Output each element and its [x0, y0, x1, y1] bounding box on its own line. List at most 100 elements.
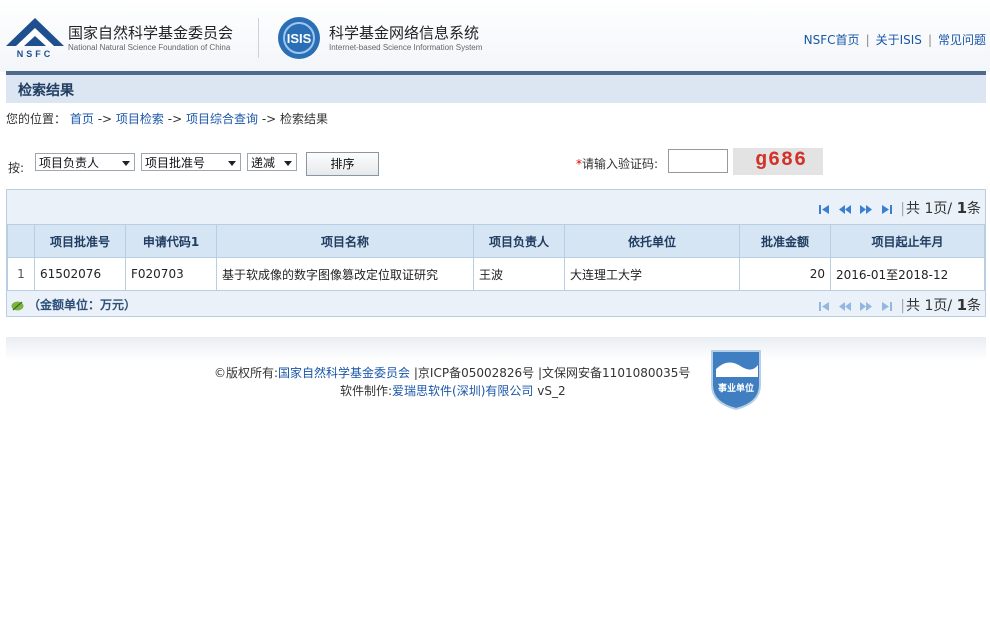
isis-logo-text: ISIS	[287, 31, 312, 46]
row-index: 1	[7, 257, 35, 291]
nsfc-logo-text: NSFC	[17, 49, 54, 58]
copyright-org-link[interactable]: 国家自然科学基金委员会	[278, 366, 410, 380]
pager-total-label: 共	[906, 298, 921, 314]
table-header-row: 项目批准号 申请代码1 项目名称 项目负责人 依托单位 批准金额 项目起止年月	[7, 224, 985, 258]
cell-project-name[interactable]: 基于软成像的数字图像篡改定位取证研究	[216, 257, 474, 291]
chevron-down-icon	[122, 161, 130, 166]
next-page-icon[interactable]	[860, 204, 873, 215]
pager-separator: |	[900, 298, 906, 314]
cell-period: 2016-01至2018-12	[830, 257, 985, 291]
results-panel: |共 1页/ 1条 项目批准号 申请代码1 项目名称 项目负责人 依托单位 批准…	[6, 189, 986, 317]
prev-page-icon[interactable]	[838, 301, 852, 312]
org-name-en: National Natural Science Foundation of C…	[68, 43, 231, 52]
pager-top: |共 1页/ 1条	[817, 198, 981, 218]
column-header-index	[7, 224, 35, 258]
breadcrumb-project-query[interactable]: 项目综合查询	[186, 112, 258, 126]
column-header-amount[interactable]: 批准金额	[739, 224, 831, 258]
unit-note-text: （金额单位：万元）	[28, 298, 137, 312]
results-footer: （金额单位：万元） |共 1页/ 1条	[7, 289, 985, 316]
institution-badge-icon[interactable]: 事业单位	[708, 347, 764, 411]
breadcrumb-arrow: ->	[97, 112, 113, 126]
first-page-icon[interactable]	[819, 204, 830, 215]
captcha-input[interactable]	[668, 149, 728, 173]
sort-field-value: 项目负责人	[39, 156, 100, 170]
pager-records: 1	[956, 199, 967, 217]
link-separator: |	[927, 33, 932, 47]
pager-separator: |	[900, 201, 906, 217]
results-table: 项目批准号 申请代码1 项目名称 项目负责人 依托单位 批准金额 项目起止年月 …	[7, 224, 985, 291]
cell-code: F020703	[125, 257, 217, 291]
breadcrumb-current: 检索结果	[280, 112, 329, 126]
sort-field2-value: 项目批准号	[145, 156, 206, 170]
copyright-line: ©版权所有:国家自然科学基金委员会 |京ICP备05002826号 |文保网安备…	[214, 364, 690, 381]
police-text: |文保网安备1101080035号	[538, 366, 691, 380]
captcha-text: g686	[755, 149, 808, 172]
about-isis-link[interactable]: 关于ISIS	[876, 33, 922, 47]
footer-bar	[6, 337, 986, 361]
software-prefix: 软件制作:	[340, 384, 393, 398]
cell-amount: 20	[739, 257, 831, 291]
captcha-label-text: 请输入验证码:	[582, 157, 659, 171]
title-bar: 检索结果	[6, 75, 986, 103]
first-page-icon[interactable]	[819, 301, 830, 312]
column-header-institution[interactable]: 依托单位	[564, 224, 740, 258]
chevron-down-icon	[284, 161, 292, 166]
table-row[interactable]: 1 61502076 F020703 基于软成像的数字图像篡改定位取证研究 王波…	[7, 257, 985, 291]
pager-pages-unit: 页/	[933, 298, 953, 314]
sort-form: 按: 项目负责人 项目批准号 递减 排序 *请输入验证码: g686	[6, 148, 986, 177]
column-header-code[interactable]: 申请代码1	[125, 224, 217, 258]
breadcrumb-arrow: ->	[261, 112, 277, 126]
pager-bottom: |共 1页/ 1条	[817, 295, 981, 315]
sort-order-value: 递减	[251, 156, 276, 170]
header-divider	[258, 18, 259, 58]
org-name-cn: 国家自然科学基金委员会	[68, 24, 234, 42]
breadcrumb-arrow: ->	[167, 112, 183, 126]
breadcrumb-prefix: 您的位置：	[6, 112, 67, 126]
pager-total-label: 共	[906, 201, 921, 217]
system-name-cn: 科学基金网络信息系统	[329, 24, 480, 42]
pager-records-unit: 条	[967, 298, 981, 314]
breadcrumb: 您的位置： 首页 -> 项目检索 -> 项目综合查询 -> 检索结果	[6, 110, 328, 127]
badge-text: 事业单位	[718, 382, 754, 394]
copyright-prefix: ©版权所有:	[214, 366, 279, 380]
leaf-icon	[11, 301, 24, 310]
breadcrumb-project-search[interactable]: 项目检索	[116, 112, 164, 126]
column-header-project-name[interactable]: 项目名称	[216, 224, 474, 258]
sort-field2-select[interactable]: 项目批准号	[141, 153, 241, 171]
unit-note: （金额单位：万元）	[11, 296, 136, 313]
software-line: 软件制作:爱瑞思软件(深圳)有限公司 vS_2	[340, 382, 566, 399]
next-page-icon[interactable]	[860, 301, 873, 312]
column-header-leader[interactable]: 项目负责人	[473, 224, 565, 258]
last-page-icon[interactable]	[881, 204, 893, 215]
cell-institution: 大连理工大学	[564, 257, 740, 291]
pager-pages-unit: 页/	[933, 201, 953, 217]
pager-records: 1	[956, 296, 967, 314]
system-name-en: Internet-based Science Information Syste…	[329, 43, 483, 52]
last-page-icon[interactable]	[881, 301, 893, 312]
page-header: NSFC 国家自然科学基金委员会 National Natural Scienc…	[0, 0, 990, 72]
column-header-approval-no[interactable]: 项目批准号	[34, 224, 126, 258]
sort-field-select[interactable]: 项目负责人	[35, 153, 135, 171]
breadcrumb-home[interactable]: 首页	[70, 112, 94, 126]
top-links: NSFC首页 | 关于ISIS | 常见问题	[804, 31, 986, 48]
nsfc-home-link[interactable]: NSFC首页	[804, 33, 860, 47]
cell-leader: 王波	[473, 257, 565, 291]
link-separator: |	[865, 33, 870, 47]
captcha-label: *请输入验证码:	[576, 155, 658, 172]
icp-text: |京ICP备05002826号	[413, 366, 535, 380]
captcha-image[interactable]: g686	[733, 148, 823, 175]
prev-page-icon[interactable]	[838, 204, 852, 215]
nsfc-logo: NSFC	[6, 18, 64, 58]
sort-by-label: 按:	[8, 161, 25, 175]
faq-link[interactable]: 常见问题	[938, 33, 986, 47]
column-header-period[interactable]: 项目起止年月	[830, 224, 985, 258]
sort-button[interactable]: 排序	[306, 152, 379, 176]
sort-order-select[interactable]: 递减	[247, 153, 297, 171]
isis-logo: ISIS	[278, 17, 320, 59]
cell-approval-no: 61502076	[34, 257, 126, 291]
version-text: vS_2	[537, 384, 566, 398]
page-title: 检索结果	[18, 83, 74, 99]
pager-records-unit: 条	[967, 201, 981, 217]
chevron-down-icon	[228, 161, 236, 166]
software-company-link[interactable]: 爱瑞思软件(深圳)有限公司	[392, 384, 533, 398]
